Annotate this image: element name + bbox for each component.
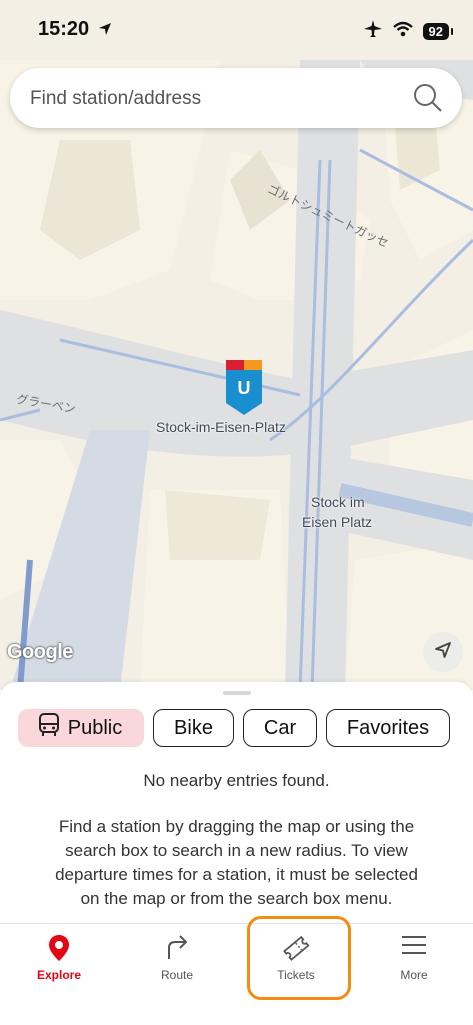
filter-chips: Public Bike Car Favorites — [18, 709, 450, 747]
empty-state-title: No nearby entries found. — [143, 771, 330, 790]
route-arrow-icon — [165, 934, 189, 965]
filter-favorites-label: Favorites — [346, 716, 430, 739]
sheet-drag-handle[interactable] — [223, 691, 251, 695]
tab-more-label: More — [400, 968, 428, 982]
empty-state-message: Find a station by dragging the map or us… — [55, 817, 418, 908]
google-logo: Google — [7, 641, 73, 663]
tab-route-label: Route — [160, 968, 194, 982]
filter-car-label: Car — [263, 716, 297, 739]
filter-public-label: Public — [67, 716, 123, 739]
navigation-arrow-icon — [434, 641, 452, 664]
recenter-location-button[interactable] — [423, 632, 463, 672]
tab-route[interactable]: Route — [118, 924, 236, 994]
filter-bike-label: Bike — [174, 716, 213, 739]
wifi-icon — [392, 21, 413, 42]
tab-explore[interactable]: Explore — [0, 924, 118, 994]
stop-label-line1: Stock im — [311, 494, 365, 510]
tickets-highlight-frame — [247, 916, 351, 1000]
search-input[interactable] — [28, 78, 402, 120]
bottom-sheet: Public Bike Car Favorites No nearby entr… — [0, 682, 473, 924]
location-services-icon — [98, 22, 112, 41]
filter-public[interactable]: Public — [18, 709, 144, 747]
tab-more[interactable]: More — [355, 924, 473, 994]
search-bar[interactable] — [10, 68, 462, 128]
hamburger-icon — [401, 934, 427, 961]
search-icon[interactable] — [412, 82, 444, 119]
airplane-mode-icon — [363, 20, 383, 43]
filter-car[interactable]: Car — [243, 709, 317, 747]
tab-explore-label: Explore — [36, 968, 81, 982]
bus-icon — [38, 713, 60, 743]
marker-letter: U — [238, 378, 251, 398]
station-marker-label: Stock-im-Eisen-Platz — [156, 419, 286, 435]
map-pin-icon — [48, 934, 70, 967]
battery-indicator: 92 — [422, 23, 454, 40]
status-time: 15:20 — [38, 18, 90, 40]
stop-label-line2: Eisen Platz — [302, 514, 373, 530]
status-bar: 15:20 92 — [0, 0, 473, 60]
u-bahn-station-marker[interactable]: U — [225, 359, 263, 417]
filter-bike[interactable]: Bike — [153, 709, 234, 747]
filter-favorites[interactable]: Favorites — [326, 709, 450, 747]
tab-bar: Explore Route Tickets More — [0, 916, 473, 1025]
